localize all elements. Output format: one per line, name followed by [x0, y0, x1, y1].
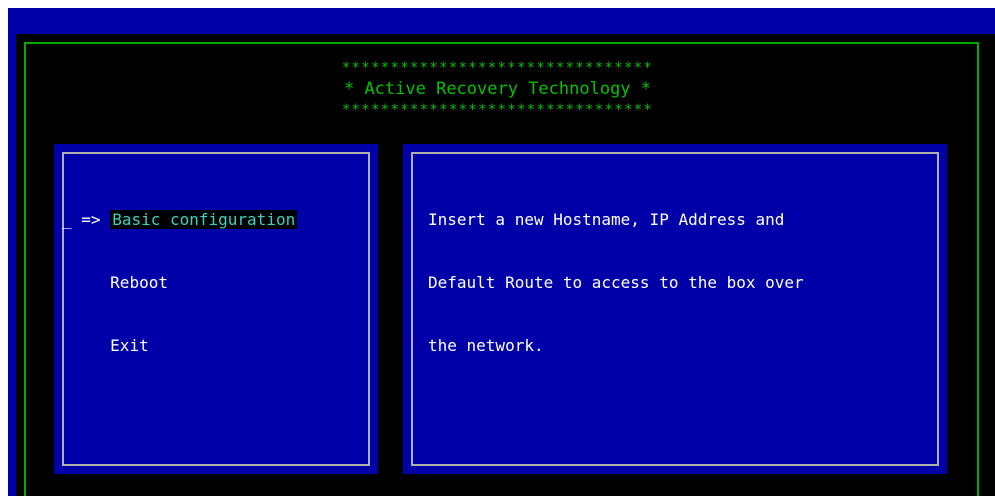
menu-item-reboot[interactable]: Reboot	[62, 272, 297, 293]
menu-item-label: Exit	[110, 336, 149, 355]
recovery-screen: ******************************** * Activ…	[0, 0, 995, 496]
menu-item-exit[interactable]: Exit	[62, 335, 297, 356]
header-stars-bottom: ********************************	[341, 102, 654, 118]
menu-list: _ => Basic configuration Reboot Exit	[62, 167, 298, 398]
header-stars-top: ********************************	[341, 60, 654, 76]
description-text: Insert a new Hostname, IP Address and De…	[428, 167, 928, 398]
description-line: Default Route to access to the box over	[428, 273, 804, 292]
page-title: * Active Recovery Technology *	[343, 79, 652, 99]
menu-item-basic-configuration[interactable]: _ => Basic configuration	[62, 209, 298, 230]
menu-item-label: Basic configuration	[110, 210, 298, 229]
menu-item-label: Reboot	[110, 273, 168, 292]
selection-arrow-icon: =>	[81, 210, 101, 229]
description-line: the network.	[428, 336, 544, 355]
text-cursor: _	[62, 210, 72, 229]
description-line: Insert a new Hostname, IP Address and	[428, 210, 785, 229]
